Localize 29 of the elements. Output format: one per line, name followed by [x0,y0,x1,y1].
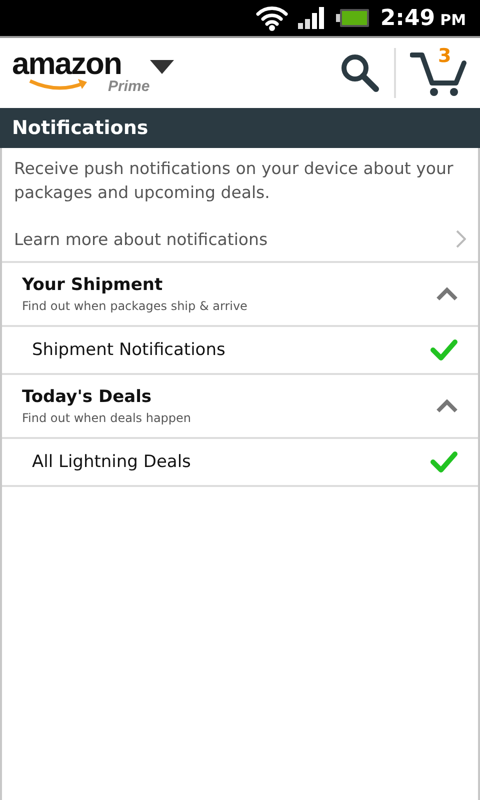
option-label: All Lightning Deals [32,452,191,472]
notification-option[interactable]: All Lightning Deals [2,439,478,487]
signal-icon [298,7,326,29]
chevron-up-icon[interactable] [436,287,458,301]
amazon-logo[interactable]: amazon [12,48,140,80]
smile-arrow-icon [28,78,90,92]
section-heading: Today's Deals [22,387,153,407]
checkmark-icon[interactable] [430,338,458,362]
chevron-up-icon[interactable] [436,399,458,413]
checkmark-icon[interactable] [430,450,458,474]
section-subtitle: Find out when packages ship & arrive [22,299,248,313]
clock-time: 2:49 [380,6,436,30]
option-label: Shipment Notifications [32,340,226,360]
notification-option[interactable]: Shipment Notifications [2,327,478,375]
section-header[interactable]: Today's Deals Find out when deals happen [2,375,478,439]
battery-icon [336,8,370,28]
section-heading: Your Shipment [22,275,164,295]
description-text: Receive push notifications on your device about your packages and upcoming deals. [13,158,454,204]
clock-ampm: PM [440,10,466,28]
section-subtitle: Find out when deals happen [22,411,192,425]
wifi-icon [256,4,288,32]
search-icon[interactable] [340,53,380,93]
dropdown-caret-icon[interactable] [150,60,174,74]
prime-label: Prime [108,78,150,95]
section-title-bar: Notifications [0,108,480,148]
chevron-right-icon [456,230,466,248]
learn-more-row[interactable]: Learn more about notifications [2,205,478,263]
section-header[interactable]: Your Shipment Find out when packages ship & arrive [2,263,478,327]
cart-count: 3 [438,45,452,67]
